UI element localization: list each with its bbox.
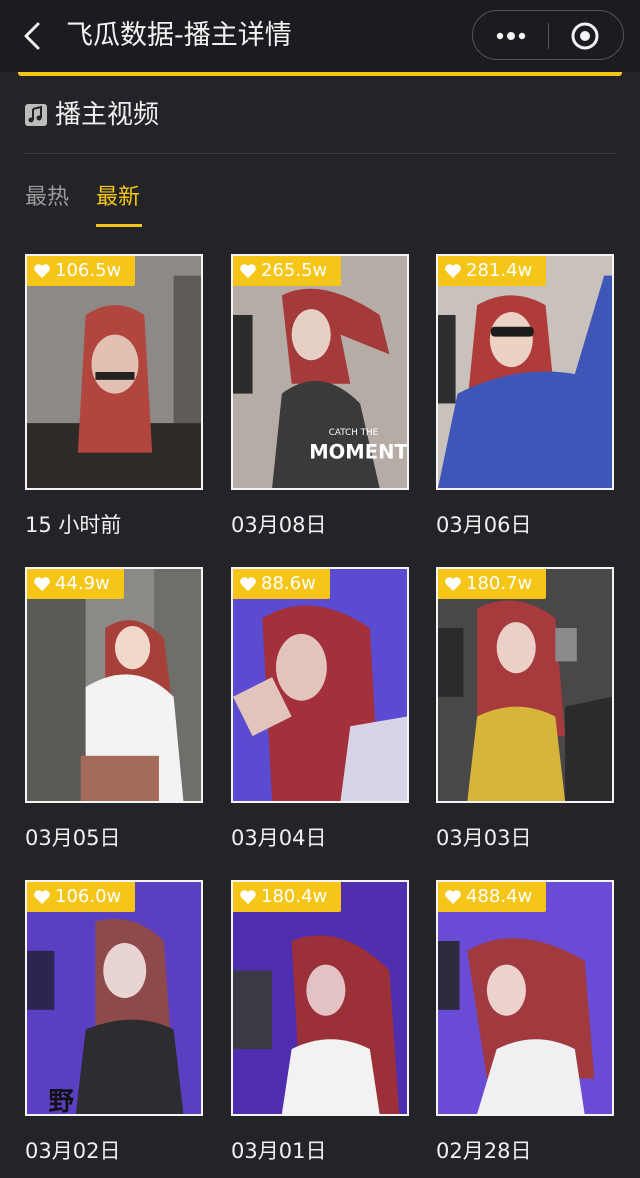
section-title: 播主视频 [55, 100, 160, 130]
video-card[interactable]: 180.4w [231, 880, 409, 1116]
video-thumbnail [438, 569, 612, 801]
likes-count: 106.0w [55, 886, 122, 907]
record-target-icon[interactable] [569, 20, 601, 52]
video-thumbnail [438, 256, 612, 488]
video-thumbnail [27, 569, 201, 801]
video-card[interactable]: 88.6w [231, 567, 409, 803]
video-date: 03月02日 [25, 1139, 121, 1163]
video-date: 03月04日 [231, 826, 327, 850]
heart-icon [445, 890, 461, 904]
mini-program-capsule [472, 10, 624, 60]
likes-badge: 265.5w [233, 256, 342, 286]
likes-badge: 106.5w [27, 256, 136, 286]
heart-icon [445, 264, 461, 278]
video-thumbnail: CATCH THE MOMENT [233, 256, 407, 488]
video-card[interactable]: 44.9w [25, 567, 203, 803]
svg-text:CATCH THE: CATCH THE [329, 428, 378, 438]
likes-count: 88.6w [261, 573, 316, 594]
video-date: 15 小时前 [25, 513, 122, 537]
likes-count: 488.4w [466, 886, 533, 907]
likes-badge: 180.7w [438, 569, 547, 599]
header-accent-line [18, 72, 622, 76]
video-date: 03月08日 [231, 513, 327, 537]
video-thumbnail [27, 256, 201, 488]
section-divider [25, 153, 615, 154]
likes-badge: 281.4w [438, 256, 547, 286]
likes-count: 44.9w [55, 573, 110, 594]
likes-count: 281.4w [466, 260, 533, 281]
tab-hottest[interactable]: 最热 [25, 182, 69, 214]
video-date: 03月06日 [436, 513, 532, 537]
heart-icon [240, 577, 256, 591]
heart-icon [34, 577, 50, 591]
likes-badge: 180.4w [233, 882, 342, 912]
video-thumbnail [438, 882, 612, 1114]
likes-badge: 44.9w [27, 569, 124, 599]
chevron-left-icon[interactable] [18, 20, 50, 52]
likes-count: 106.5w [55, 260, 122, 281]
music-note-icon [25, 104, 47, 126]
video-date: 02月28日 [436, 1139, 532, 1163]
likes-count: 265.5w [261, 260, 328, 281]
video-date: 03月03日 [436, 826, 532, 850]
active-tab-indicator [96, 224, 142, 227]
video-thumbnail [233, 569, 407, 801]
heart-icon [240, 890, 256, 904]
video-thumbnail: 野 [27, 882, 201, 1114]
video-card[interactable]: 281.4w [436, 254, 614, 490]
svg-text:MOMENT: MOMENT [309, 440, 407, 463]
video-date: 03月05日 [25, 826, 121, 850]
video-card[interactable]: 106.5w [25, 254, 203, 490]
heart-icon [240, 264, 256, 278]
likes-badge: 106.0w [27, 882, 136, 912]
likes-count: 180.7w [466, 573, 533, 594]
likes-badge: 488.4w [438, 882, 547, 912]
video-card[interactable]: 180.7w [436, 567, 614, 803]
heart-icon [34, 890, 50, 904]
video-thumbnail [233, 882, 407, 1114]
video-date: 03月01日 [231, 1139, 327, 1163]
heart-icon [445, 577, 461, 591]
svg-text:野: 野 [49, 1087, 75, 1114]
navigation-bar: 飞瓜数据-播主详情 [0, 0, 640, 72]
video-card[interactable]: CATCH THE MOMENT 265.5w [231, 254, 409, 490]
capsule-divider [548, 23, 549, 49]
likes-count: 180.4w [261, 886, 328, 907]
video-card[interactable]: 488.4w [436, 880, 614, 1116]
tab-newest[interactable]: 最新 [96, 182, 140, 214]
page-title: 飞瓜数据-播主详情 [66, 20, 292, 51]
heart-icon [34, 264, 50, 278]
likes-badge: 88.6w [233, 569, 330, 599]
video-card[interactable]: 野 106.0w [25, 880, 203, 1116]
more-dots-icon[interactable] [491, 23, 531, 49]
